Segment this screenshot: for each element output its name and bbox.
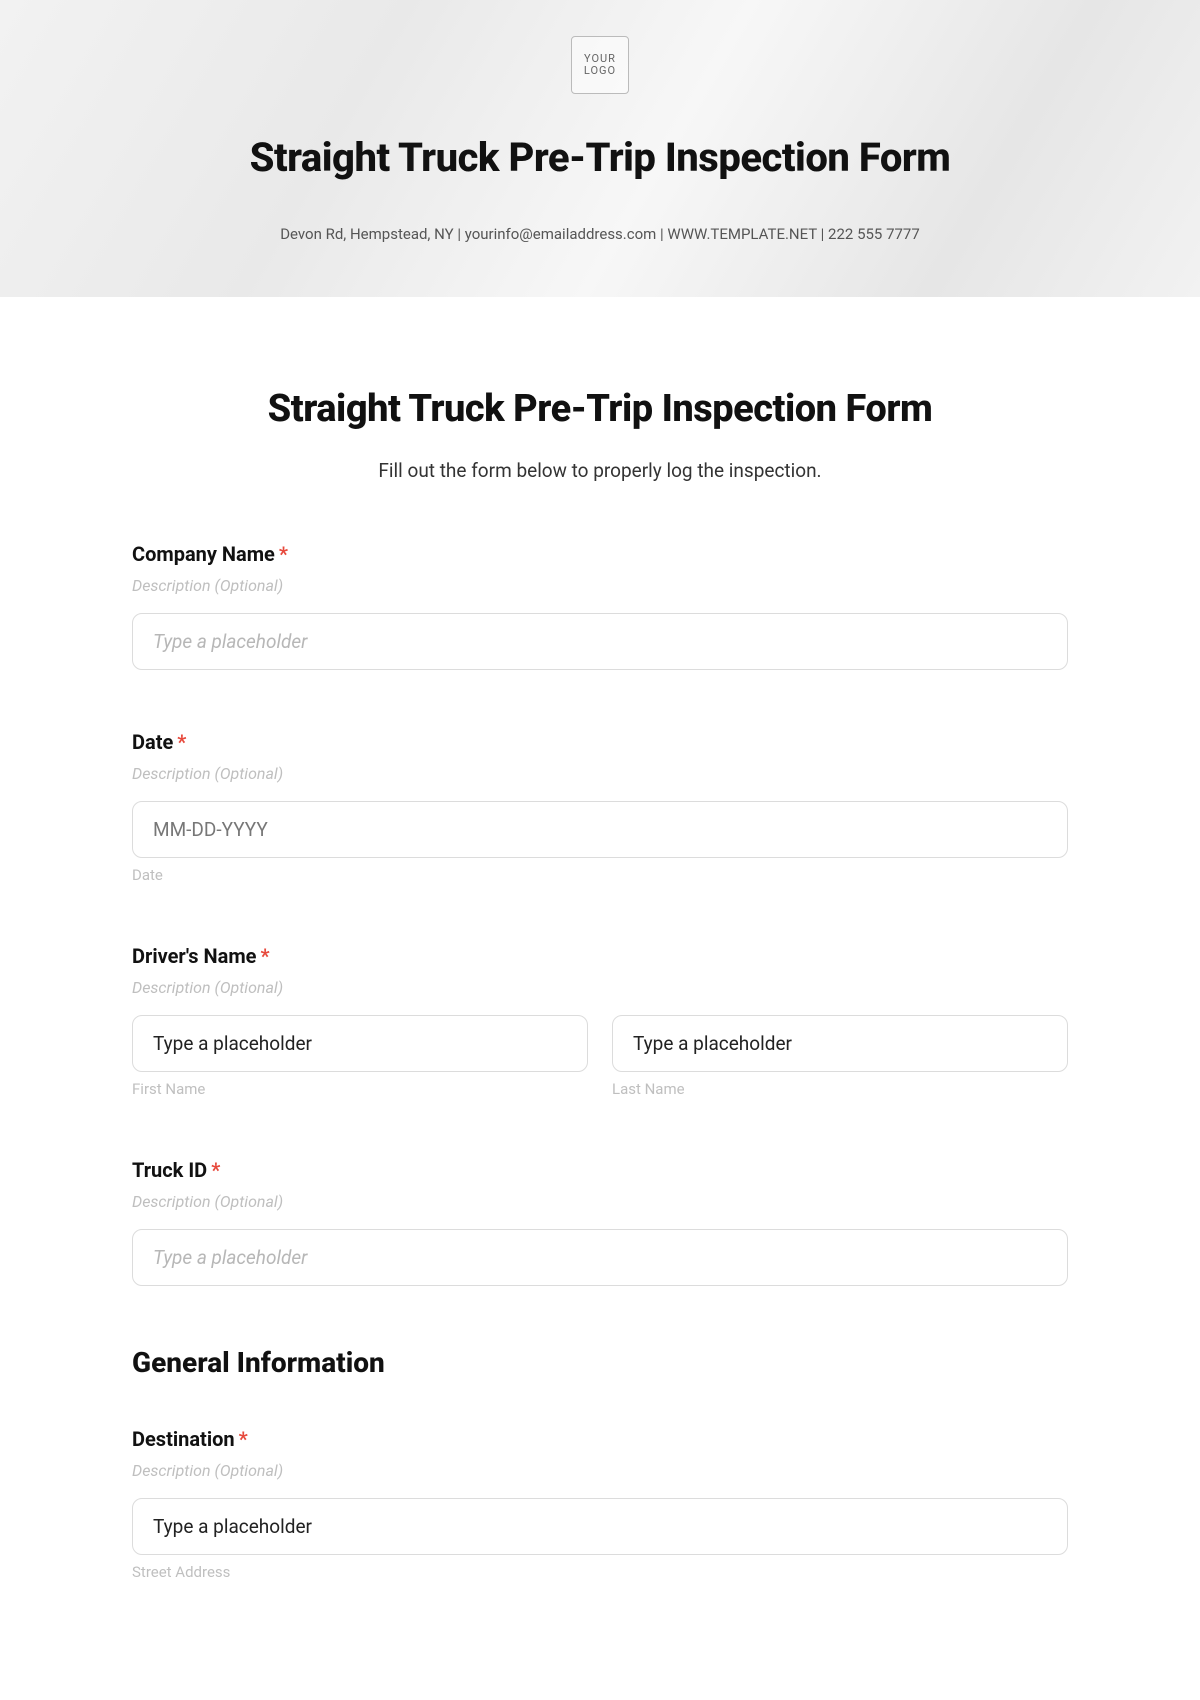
- logo-text: YOUR LOGO: [584, 53, 616, 77]
- required-mark: *: [279, 542, 288, 566]
- driver-name-label: Driver's Name*: [132, 944, 1068, 968]
- page-title: Straight Truck Pre-Trip Inspection Form: [132, 387, 1068, 431]
- required-mark: *: [260, 944, 269, 968]
- required-mark: *: [211, 1158, 220, 1182]
- date-input[interactable]: [132, 801, 1068, 858]
- truck-id-input[interactable]: [132, 1229, 1068, 1286]
- truck-id-label: Truck ID*: [132, 1158, 1068, 1182]
- driver-name-label-text: Driver's Name: [132, 944, 256, 968]
- destination-description: Description (Optional): [132, 1461, 1068, 1480]
- destination-label-text: Destination: [132, 1427, 235, 1451]
- section-general-information-heading: General Information: [132, 1346, 1068, 1379]
- company-name-label-text: Company Name: [132, 542, 275, 566]
- company-name-input[interactable]: [132, 613, 1068, 670]
- driver-last-name-sublabel: Last Name: [612, 1080, 1068, 1098]
- logo-placeholder: YOUR LOGO: [571, 36, 629, 94]
- company-name-label: Company Name*: [132, 542, 1068, 566]
- field-date: Date* Description (Optional) Date: [132, 730, 1068, 884]
- field-company-name: Company Name* Description (Optional): [132, 542, 1068, 670]
- truck-id-description: Description (Optional): [132, 1192, 1068, 1211]
- page-subtitle: Fill out the form below to properly log …: [132, 459, 1068, 482]
- field-destination: Destination* Description (Optional) Stre…: [132, 1427, 1068, 1581]
- hero-contact-line: Devon Rd, Hempstead, NY | yourinfo@email…: [0, 225, 1200, 243]
- destination-street-input[interactable]: [132, 1498, 1068, 1555]
- driver-last-name-input[interactable]: [612, 1015, 1068, 1072]
- date-description: Description (Optional): [132, 764, 1068, 783]
- field-driver-name: Driver's Name* Description (Optional) Fi…: [132, 944, 1068, 1098]
- required-mark: *: [177, 730, 186, 754]
- required-mark: *: [239, 1427, 248, 1451]
- driver-name-description: Description (Optional): [132, 978, 1068, 997]
- date-label: Date*: [132, 730, 1068, 754]
- hero-title: Straight Truck Pre-Trip Inspection Form: [0, 134, 1200, 181]
- date-sublabel: Date: [132, 866, 1068, 884]
- date-label-text: Date: [132, 730, 173, 754]
- form-container: Straight Truck Pre-Trip Inspection Form …: [120, 297, 1080, 1621]
- truck-id-label-text: Truck ID: [132, 1158, 207, 1182]
- destination-label: Destination*: [132, 1427, 1068, 1451]
- destination-street-sublabel: Street Address: [132, 1563, 1068, 1581]
- field-truck-id: Truck ID* Description (Optional): [132, 1158, 1068, 1286]
- driver-first-name-sublabel: First Name: [132, 1080, 588, 1098]
- driver-first-name-input[interactable]: [132, 1015, 588, 1072]
- hero-banner: YOUR LOGO Straight Truck Pre-Trip Inspec…: [0, 0, 1200, 297]
- company-name-description: Description (Optional): [132, 576, 1068, 595]
